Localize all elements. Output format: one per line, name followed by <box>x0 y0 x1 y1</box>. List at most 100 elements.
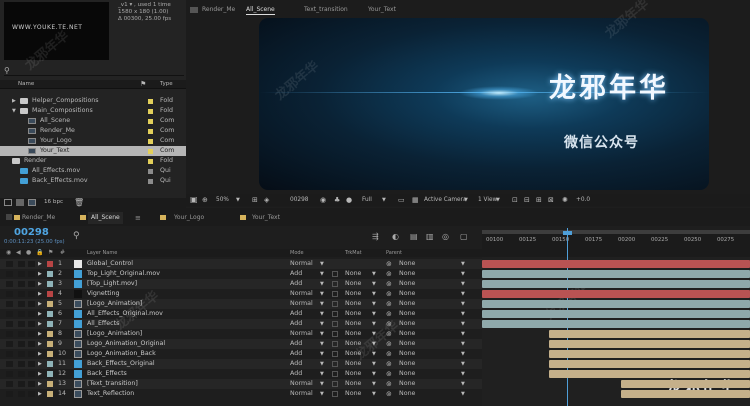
viewer-tab-your-text[interactable]: Your_Text <box>368 5 396 15</box>
lock-toggle[interactable] <box>28 301 35 307</box>
layer-number-icon[interactable]: # <box>60 249 65 257</box>
layer-row[interactable]: ▶ 5 [Logo_Animation] Normal ▼ None ▼ ⊚ None ▼ <box>0 299 482 309</box>
solo-icon[interactable]: ● <box>26 249 31 257</box>
preserve-transparency-checkbox[interactable] <box>332 271 338 277</box>
project-item[interactable]: All_Effects.mov Qui <box>0 166 186 176</box>
label-swatch[interactable] <box>47 291 53 297</box>
project-item[interactable]: All_Scene Com <box>0 116 186 126</box>
expand-arrow-icon[interactable]: ▼ <box>12 106 16 116</box>
parent-dropdown[interactable]: None <box>399 359 415 369</box>
project-item[interactable]: Back_Effects.mov Qui <box>0 176 186 186</box>
expand-arrow-icon[interactable]: ▶ <box>38 359 42 369</box>
expand-arrow-icon[interactable]: ▶ <box>38 269 42 279</box>
lock-toggle[interactable] <box>28 351 35 357</box>
parent-pickwhip-icon[interactable]: ⊚ <box>386 359 392 369</box>
solo-toggle[interactable] <box>18 381 25 387</box>
label-swatch[interactable] <box>148 99 153 104</box>
layer-row[interactable]: ▶ 2 Top_Light_Original.mov Add ▼ None ▼ ⊚ None ▼ <box>0 269 482 279</box>
layer-row[interactable]: ▶ 7 All_Effects Add ▼ None ▼ ⊚ None ▼ <box>0 319 482 329</box>
solo-toggle[interactable] <box>18 311 25 317</box>
layer-name[interactable]: Back_Effects <box>87 369 127 379</box>
lock-toggle[interactable] <box>28 261 35 267</box>
solo-toggle[interactable] <box>18 391 25 397</box>
preserve-transparency-checkbox[interactable] <box>332 391 338 397</box>
parent-dropdown[interactable]: None <box>399 369 415 379</box>
timeline-tab-all-scene[interactable]: All_Scene <box>88 212 123 224</box>
bit-depth-button[interactable]: 16 bpc <box>44 199 63 205</box>
viewer-tab-all-scene[interactable]: All_Scene <box>246 5 275 15</box>
track-matte-dropdown[interactable]: None <box>345 309 361 319</box>
expand-arrow-icon[interactable]: ▶ <box>12 96 16 106</box>
mask-icon[interactable]: ⊕ <box>202 194 208 206</box>
snapshot-icon[interactable]: ◉ <box>320 194 326 206</box>
fast-preview-icon[interactable]: ⊟ <box>524 194 530 206</box>
label-swatch[interactable] <box>47 271 53 277</box>
visibility-toggle[interactable] <box>6 381 13 387</box>
project-item[interactable]: ▼ Main_Compositions Fold <box>0 106 186 116</box>
blend-mode-dropdown[interactable]: Normal <box>290 389 313 399</box>
view-layout-dropdown[interactable]: 1 View <box>478 194 497 206</box>
color-icon[interactable]: ● <box>346 194 352 206</box>
layer-duration-bar[interactable] <box>621 380 750 388</box>
layer-name[interactable]: Text_Reflection <box>87 389 134 399</box>
parent-dropdown[interactable]: None <box>399 269 415 279</box>
blend-mode-dropdown[interactable]: Add <box>290 269 302 279</box>
layer-duration-bar[interactable] <box>482 280 750 288</box>
preserve-transparency-checkbox[interactable] <box>332 351 338 357</box>
layer-row[interactable]: ▶ 14 Text_Reflection Normal ▼ None ▼ ⊚ None ▼ <box>0 389 482 399</box>
lock-toggle[interactable] <box>28 361 35 367</box>
expand-arrow-icon[interactable]: ▶ <box>38 389 42 399</box>
composition-canvas[interactable]: 龙邪年华 微信公众号 <box>259 18 709 190</box>
eye-icon[interactable]: ◉ <box>6 249 11 257</box>
label-swatch[interactable] <box>47 391 53 397</box>
parent-pickwhip-icon[interactable]: ⊚ <box>386 299 392 309</box>
label-swatch[interactable] <box>148 149 153 154</box>
zoom-dropdown[interactable]: 50% <box>216 194 229 206</box>
blend-mode-dropdown[interactable]: Add <box>290 339 302 349</box>
channel-icon[interactable]: ◈ <box>264 194 269 206</box>
layer-row[interactable]: ▶ 10 Logo_Animation_Back Add ▼ None ▼ ⊚ None ▼ <box>0 349 482 359</box>
solo-toggle[interactable] <box>18 281 25 287</box>
lock-icon[interactable] <box>190 7 198 13</box>
label-swatch[interactable] <box>47 261 53 267</box>
region-icon[interactable]: ▭ <box>398 194 405 206</box>
preview-icon[interactable]: ▣ <box>190 194 198 206</box>
lock-toggle[interactable] <box>28 291 35 297</box>
visibility-toggle[interactable] <box>6 261 13 267</box>
visibility-toggle[interactable] <box>6 351 13 357</box>
label-swatch[interactable] <box>148 159 153 164</box>
layer-duration-bar[interactable] <box>482 300 750 308</box>
grid-icon[interactable]: ⊞ <box>252 194 258 206</box>
transparency-grid-icon[interactable]: ▦ <box>412 194 419 206</box>
blend-mode-dropdown[interactable]: Normal <box>290 259 313 269</box>
expand-arrow-icon[interactable]: ▶ <box>38 369 42 379</box>
parent-pickwhip-icon[interactable]: ⊚ <box>386 379 392 389</box>
layer-name[interactable]: Vignetting <box>87 289 119 299</box>
timeline-tab-your-logo[interactable]: Your_Logo <box>174 212 204 224</box>
parent-dropdown[interactable]: None <box>399 379 415 389</box>
track-matte-dropdown[interactable]: None <box>345 279 361 289</box>
label-swatch[interactable] <box>148 109 153 114</box>
blend-mode-dropdown[interactable]: Add <box>290 309 302 319</box>
blend-mode-dropdown[interactable]: Normal <box>290 289 313 299</box>
label-swatch[interactable] <box>47 341 53 347</box>
track-matte-dropdown[interactable]: None <box>345 289 361 299</box>
blend-mode-dropdown[interactable]: Add <box>290 319 302 329</box>
label-swatch[interactable] <box>47 311 53 317</box>
expand-arrow-icon[interactable]: ▶ <box>38 299 42 309</box>
layer-duration-bar[interactable] <box>621 390 750 398</box>
label-column-icon[interactable]: ⚑ <box>140 80 146 88</box>
timeline-tab-render-me[interactable]: Render_Me <box>22 212 55 224</box>
solo-toggle[interactable] <box>18 361 25 367</box>
blend-mode-dropdown[interactable]: Add <box>290 369 302 379</box>
layer-row[interactable]: ▶ 1 Global_Control Normal ▼ ⊚ None ▼ <box>0 259 482 269</box>
lock-toggle[interactable] <box>28 331 35 337</box>
layer-row[interactable]: ▶ 8 [Logo_Animation] Normal ▼ None ▼ ⊚ None ▼ <box>0 329 482 339</box>
parent-pickwhip-icon[interactable]: ⊚ <box>386 349 392 359</box>
lock-toggle[interactable] <box>28 321 35 327</box>
lock-toggle[interactable] <box>28 281 35 287</box>
new-composition-icon[interactable] <box>28 199 36 206</box>
visibility-toggle[interactable] <box>6 361 13 367</box>
close-icon[interactable] <box>6 214 12 220</box>
layer-duration-bar[interactable] <box>482 290 750 298</box>
